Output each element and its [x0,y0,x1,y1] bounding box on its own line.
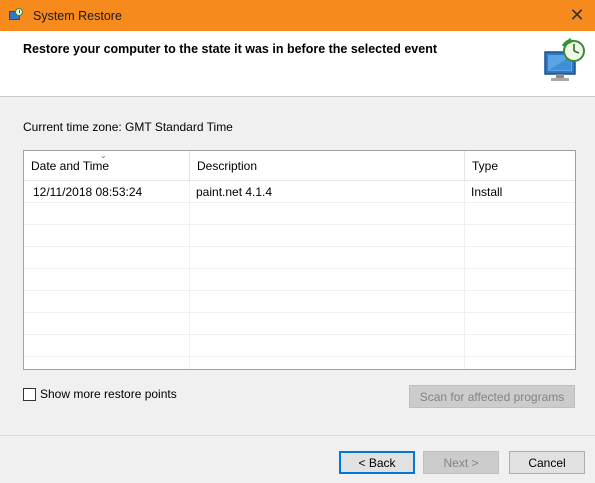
title-bar[interactable]: System Restore ✕ [0,0,595,31]
checkbox-box[interactable] [23,387,36,401]
column-header-label: Description [197,159,258,173]
cell-description: paint.net 4.1.4 [196,185,273,199]
show-more-checkbox[interactable]: Show more restore points [23,387,177,401]
empty-row [24,335,575,357]
scan-affected-programs-button[interactable]: Scan for affected programs [409,385,575,408]
cell-type: Install [471,185,503,199]
system-restore-window: System Restore ✕ Restore your computer t… [0,0,595,483]
page-title: Restore your computer to the state it wa… [23,42,437,56]
header-panel: Restore your computer to the state it wa… [0,31,595,97]
cell-date-time: 12/11/2018 08:53:24 [33,185,143,199]
show-more-label[interactable]: Show more restore points [40,387,177,401]
footer-divider [0,435,595,436]
empty-row [24,269,575,291]
column-header-type[interactable]: Type [464,151,575,181]
list-header: Date and Time ⌄ Description Type [24,151,575,181]
empty-row [24,313,575,335]
button-label: Scan for affected programs [419,389,565,404]
button-label: < Back [358,455,396,470]
column-header-description[interactable]: Description [189,151,464,181]
close-button[interactable]: ✕ [559,0,595,31]
restore-monitor-icon [544,38,585,81]
cancel-button[interactable]: Cancel [509,451,585,474]
column-header-label: Date and Time [31,159,110,173]
empty-row [24,247,575,269]
button-label: Cancel [528,455,566,470]
sort-arrow-icon: ⌄ [100,151,107,160]
timezone-label: Current time zone: GMT Standard Time [23,120,233,134]
close-icon: ✕ [569,5,585,25]
column-header-label: Type [472,159,499,173]
empty-row [24,225,575,247]
empty-row [24,291,575,313]
column-header-date-time[interactable]: Date and Time ⌄ [24,151,189,181]
table-row[interactable]: 12/11/2018 08:53:24 paint.net 4.1.4 Inst… [24,181,575,203]
empty-row [24,203,575,225]
window-title: System Restore [33,8,122,23]
system-restore-icon [8,7,24,24]
back-button[interactable]: < Back [339,451,415,474]
button-label: Next > [443,455,479,470]
restore-points-list[interactable]: Date and Time ⌄ Description Type 12/11/2… [23,150,576,370]
next-button[interactable]: Next > [423,451,499,474]
